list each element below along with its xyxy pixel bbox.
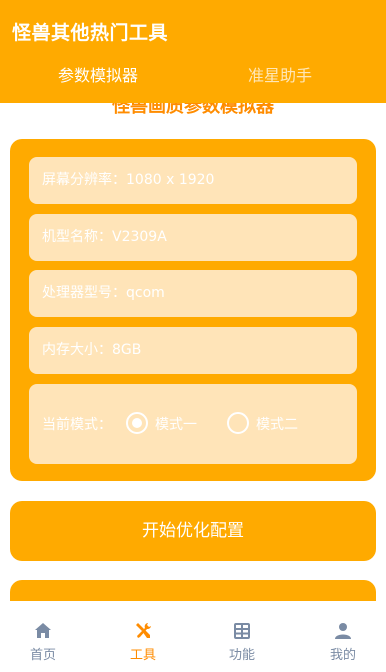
nav-profile-label: 我的 <box>329 648 356 663</box>
processor-field[interactable]: 处理器型号：qcom <box>29 270 357 317</box>
processor-label: 处理器型号： <box>42 285 126 301</box>
nav-tools[interactable]: 工具 <box>95 601 191 672</box>
tab-parameter-simulator[interactable]: 参数模拟器 <box>58 62 138 86</box>
mode-selector: 当前模式： 模式一 模式二 <box>29 384 357 464</box>
nav-features-label: 功能 <box>228 648 255 663</box>
header: 怪兽其他热门工具 参数模拟器 准星助手 <box>0 0 386 103</box>
memory-value: 8GB <box>112 342 142 358</box>
memory-field[interactable]: 内存大小：8GB <box>29 327 357 374</box>
home-icon <box>35 623 51 638</box>
nav-home[interactable]: 首页 <box>0 601 91 672</box>
processor-value: qcom <box>126 285 165 301</box>
nav-features[interactable]: 功能 <box>194 601 290 672</box>
grid-icon <box>234 623 250 639</box>
mode-two-radio[interactable] <box>227 412 249 434</box>
mode-label: 当前模式： <box>42 417 112 433</box>
tab-crosshair-assistant[interactable]: 准星助手 <box>248 62 312 86</box>
start-optimize-button[interactable]: 开始优化配置 <box>10 501 376 561</box>
app-title: 怪兽其他热门工具 <box>12 22 169 44</box>
model-value: V2309A <box>112 229 167 245</box>
mode-two-label[interactable]: 模式二 <box>256 414 298 434</box>
model-field[interactable]: 机型名称：V2309A <box>29 214 357 261</box>
resolution-value: 1080 x 1920 <box>126 172 215 188</box>
tools-icon <box>136 623 151 638</box>
mode-one-label[interactable]: 模式一 <box>155 414 197 434</box>
memory-label: 内存大小： <box>42 342 112 358</box>
bottom-nav: 首页 工具 功能 我的 <box>0 601 386 672</box>
resolution-label: 屏幕分辨率： <box>42 172 126 188</box>
model-label: 机型名称： <box>42 229 112 245</box>
mode-one-radio[interactable] <box>126 412 148 434</box>
nav-home-label: 首页 <box>29 648 56 663</box>
nav-profile[interactable]: 我的 <box>295 601 386 672</box>
user-icon <box>335 623 351 639</box>
settings-card: 屏幕分辨率：1080 x 1920 机型名称：V2309A 处理器型号：qcom… <box>10 139 376 481</box>
nav-tools-label: 工具 <box>129 648 156 663</box>
resolution-field[interactable]: 屏幕分辨率：1080 x 1920 <box>29 157 357 204</box>
